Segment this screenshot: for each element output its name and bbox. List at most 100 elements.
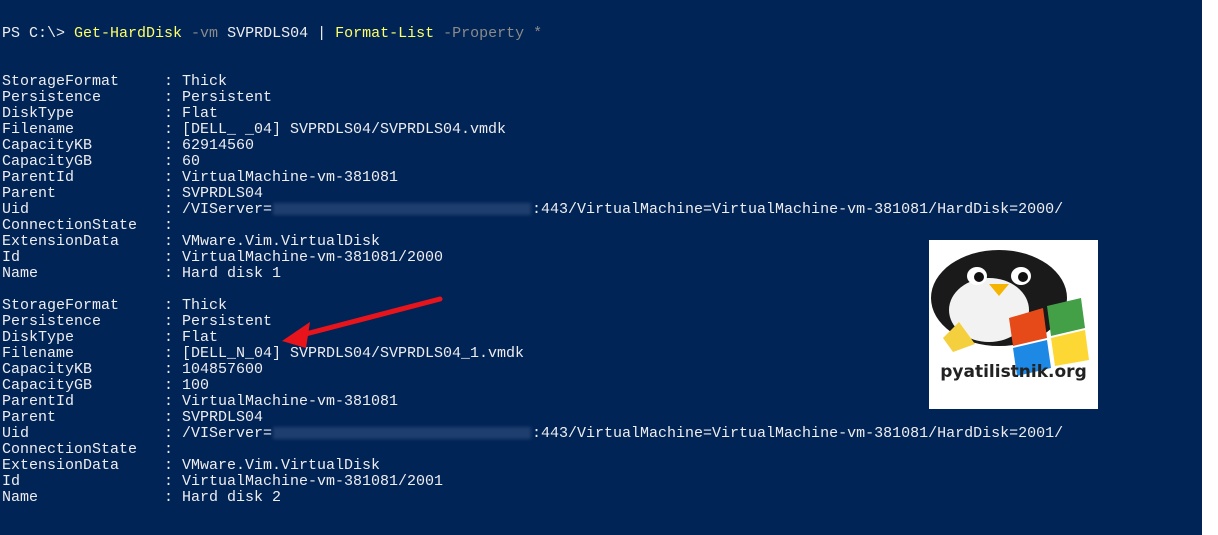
vertical-scrollbar[interactable] [1202, 0, 1218, 535]
list-item: Filename: [DELL_N_04] SVPRDLS04/SVPRDLS0… [2, 346, 1063, 362]
property-value: Hard disk 2 [182, 489, 282, 506]
separator: : [164, 297, 183, 314]
property-value: VirtualMachine-vm-381081/2000 [182, 249, 444, 266]
list-item: Uid: /VIServer= :443/VirtualMachine=Virtu… [2, 202, 1063, 218]
property-value: Hard disk 1 [182, 265, 282, 282]
property-value: 104857600 [182, 361, 264, 378]
property-value: Flat [182, 105, 219, 122]
separator: : [164, 393, 183, 410]
harddisk-record-2: StorageFormat: Thick Persistence: Persis… [2, 298, 1063, 506]
cmdlet-format-list: Format-List [335, 25, 435, 42]
property-value: VirtualMachine-vm-381081/2001 [182, 473, 444, 490]
property-name: CapacityGB [2, 153, 93, 170]
property-name: Name [2, 489, 39, 506]
separator: : [164, 201, 183, 218]
property-value: 62914560 [182, 137, 255, 154]
separator: : [164, 473, 183, 490]
separator: : [164, 233, 183, 250]
list-item: Id: VirtualMachine-vm-381081/2000 [2, 250, 1063, 266]
separator: : [164, 121, 183, 138]
property-name: ExtensionData [2, 233, 120, 250]
list-item: StorageFormat: Thick [2, 74, 1063, 90]
property-value: /VIServer= :443/VirtualMachine=VirtualMac… [182, 202, 1063, 218]
list-item: Name: Hard disk 2 [2, 490, 1063, 506]
property-name: ConnectionState [2, 441, 138, 458]
list-item: Name: Hard disk 1 [2, 266, 1063, 282]
property-name: Uid [2, 425, 30, 442]
cmdlet-get-harddisk: Get-HardDisk [74, 25, 183, 42]
list-item: ParentId: VirtualMachine-vm-381081 [2, 394, 1063, 410]
property-value: SVPRDLS04 [182, 185, 264, 202]
uid-suffix: :443/VirtualMachine=VirtualMachine-vm-38… [532, 425, 1064, 442]
redacted-host [273, 427, 532, 440]
uid-suffix: :443/VirtualMachine=VirtualMachine-vm-38… [532, 201, 1064, 218]
separator: : [164, 329, 183, 346]
separator: : [164, 185, 183, 202]
separator: : [164, 137, 183, 154]
list-item: ExtensionData: VMware.Vim.VirtualDisk [2, 458, 1063, 474]
list-item: ExtensionData: VMware.Vim.VirtualDisk [2, 234, 1063, 250]
property-name: ExtensionData [2, 457, 120, 474]
property-name: DiskType [2, 329, 75, 346]
parameter-vm: -vm [182, 25, 219, 42]
property-value: [DELL_ _04] SVPRDLS04/SVPRDLS04.vmdk [182, 121, 507, 138]
list-item: CapacityGB: 60 [2, 154, 1063, 170]
penguin-windows-logo-icon [931, 250, 1089, 376]
separator: : [164, 265, 183, 282]
property-value: 100 [182, 377, 210, 394]
property-name: StorageFormat [2, 73, 120, 90]
separator: : [164, 169, 183, 186]
property-value: VirtualMachine-vm-381081 [182, 393, 399, 410]
pipe-operator: | [308, 25, 336, 42]
property-name: Parent [2, 185, 57, 202]
separator: : [164, 377, 183, 394]
prompt-text: PS C:\> [2, 25, 75, 42]
separator: : [164, 105, 183, 122]
property-name: ParentId [2, 393, 75, 410]
separator: : [164, 217, 183, 234]
separator: : [164, 409, 183, 426]
list-item: DiskType: Flat [2, 106, 1063, 122]
list-item: StorageFormat: Thick [2, 298, 1063, 314]
separator: : [164, 425, 183, 442]
list-item: Persistence: Persistent [2, 314, 1063, 330]
property-value: VMware.Vim.VirtualDisk [182, 233, 381, 250]
list-item: ConnectionState: [2, 442, 1063, 458]
uid-prefix: /VIServer= [182, 201, 273, 218]
argument-vm-name: SVPRDLS04 [218, 25, 309, 42]
property-name: Uid [2, 201, 30, 218]
separator: : [164, 313, 183, 330]
list-item: ConnectionState: [2, 218, 1063, 234]
property-value: Thick [182, 73, 228, 90]
command-prompt-line: PS C:\> Get-HardDisk -vm SVPRDLS04 | For… [2, 24, 542, 44]
property-value: Persistent [182, 89, 273, 106]
property-name: Name [2, 265, 39, 282]
property-value: Thick [182, 297, 228, 314]
list-item: Id: VirtualMachine-vm-381081/2001 [2, 474, 1063, 490]
list-item: CapacityGB: 100 [2, 378, 1063, 394]
separator: : [164, 457, 183, 474]
list-item: Parent: SVPRDLS04 [2, 186, 1063, 202]
property-name: Filename [2, 121, 75, 138]
list-item: CapacityKB: 104857600 [2, 362, 1063, 378]
property-name: StorageFormat [2, 297, 120, 314]
property-name: Id [2, 473, 21, 490]
site-logo: pyatilistnik.org [929, 240, 1098, 409]
property-value: SVPRDLS04 [182, 409, 264, 426]
property-name: CapacityGB [2, 377, 93, 394]
property-name: DiskType [2, 105, 75, 122]
property-value: Flat [182, 329, 219, 346]
uid-prefix: /VIServer= [182, 425, 273, 442]
property-name: CapacityKB [2, 361, 93, 378]
property-value: /VIServer= :443/VirtualMachine=VirtualMac… [182, 426, 1063, 442]
list-item: Parent: SVPRDLS04 [2, 410, 1063, 426]
separator: : [164, 249, 183, 266]
property-name: Parent [2, 409, 57, 426]
list-item: Filename: [DELL_ _04] SVPRDLS04/SVPRDLS0… [2, 122, 1063, 138]
property-value: 60 [182, 153, 201, 170]
redacted-host [273, 203, 532, 216]
property-name: Filename [2, 345, 75, 362]
separator: : [164, 89, 183, 106]
list-item: Persistence: Persistent [2, 90, 1063, 106]
property-name: CapacityKB [2, 137, 93, 154]
